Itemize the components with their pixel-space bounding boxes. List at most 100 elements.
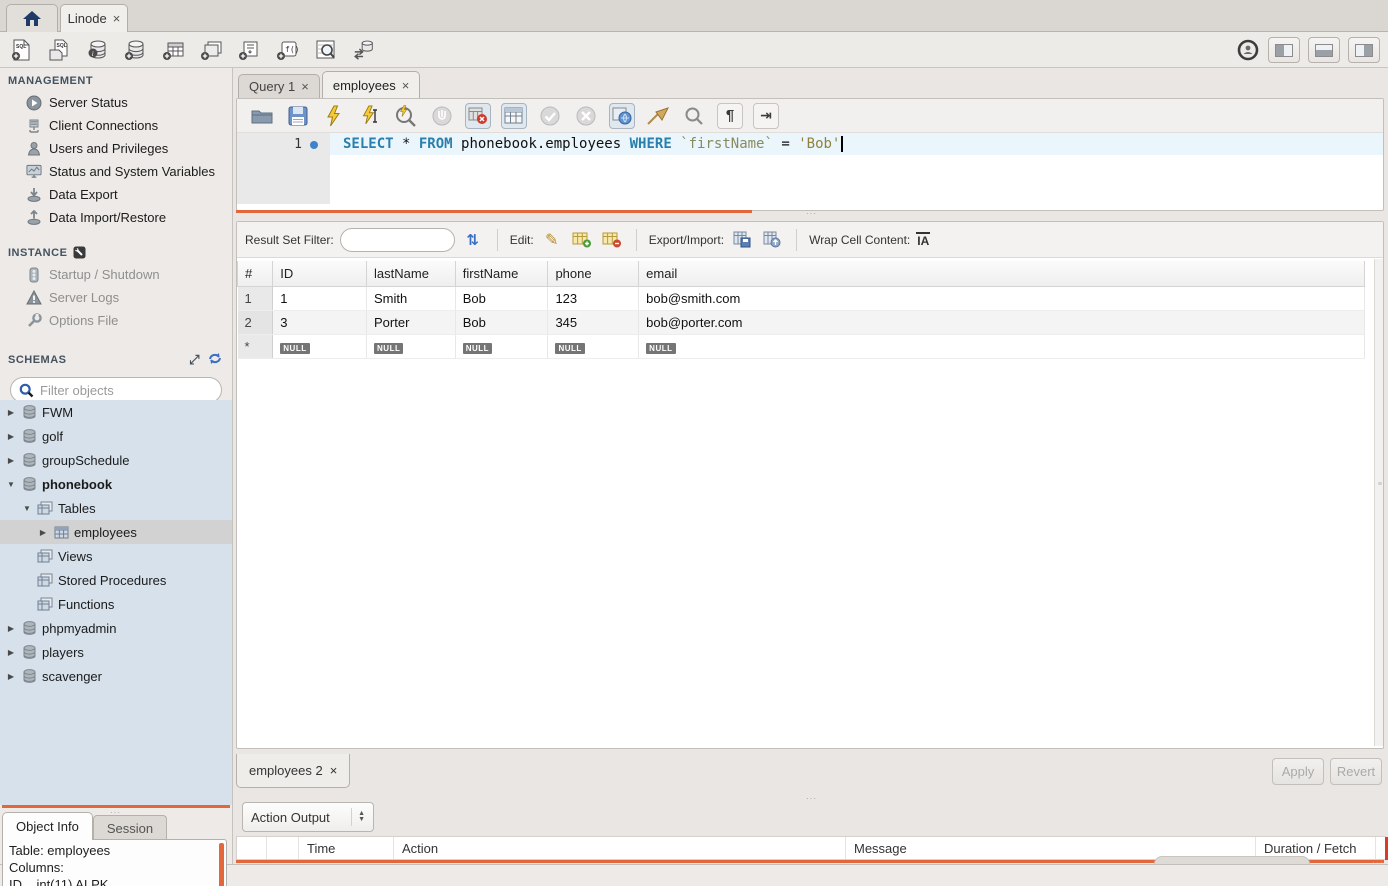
sidebar-item-data-export[interactable]: Data Export <box>0 183 232 206</box>
close-icon[interactable]: × <box>113 11 121 26</box>
output-column-blank-1[interactable] <box>267 837 299 859</box>
toggle-left-panel-icon[interactable] <box>1268 37 1300 63</box>
table-row[interactable]: 23PorterBob345bob@porter.com <box>238 310 1365 334</box>
sidebar-item-server-status[interactable]: Server Status <box>0 91 232 114</box>
explain-plan-icon[interactable] <box>393 103 419 129</box>
sidebar-item-status-and-system-variables[interactable]: Status and System Variables <box>0 160 232 183</box>
tree-item-phpmyadmin[interactable]: ▶ phpmyadmin <box>0 616 232 640</box>
invisible-chars-icon[interactable]: ¶ <box>717 103 743 129</box>
tab-session[interactable]: Session <box>93 815 167 840</box>
output-splitter-grip[interactable]: ··· <box>806 794 817 803</box>
tab-employees[interactable]: employees× <box>322 71 420 98</box>
column-header-ID[interactable]: ID <box>273 261 367 286</box>
db-inspector-icon[interactable]: i <box>86 38 110 62</box>
wrap-cell-content-icon[interactable]: IA <box>916 232 930 248</box>
result-filter-input[interactable] <box>340 228 455 252</box>
delete-row-icon[interactable] <box>600 228 624 252</box>
refresh-schemas-icon[interactable] <box>208 352 222 368</box>
open-script-icon[interactable] <box>249 103 275 129</box>
tree-item-groupschedule[interactable]: ▶ groupSchedule <box>0 448 232 472</box>
schema-filter-input[interactable] <box>40 383 216 398</box>
execute-current-statement-icon[interactable] <box>357 103 383 129</box>
output-type-select[interactable]: Action Output ▲▼ <box>242 802 374 832</box>
tree-down-arrow-icon[interactable]: ▼ <box>22 504 32 513</box>
home-tab[interactable] <box>6 4 58 32</box>
tree-right-arrow-icon[interactable]: ▶ <box>6 408 16 417</box>
close-icon[interactable]: × <box>330 763 338 778</box>
new-query-tab-icon[interactable]: SQL <box>10 38 34 62</box>
tree-item-players[interactable]: ▶ players <box>0 640 232 664</box>
tree-right-arrow-icon[interactable]: ▶ <box>6 648 16 657</box>
output-column-time[interactable]: Time <box>299 837 394 859</box>
new-row-placeholder[interactable]: *NULLNULLNULLNULLNULL <box>238 334 1365 358</box>
create-view-icon[interactable] <box>200 38 224 62</box>
tab-object-info[interactable]: Object Info <box>2 812 93 840</box>
close-icon[interactable]: × <box>402 78 410 93</box>
tree-right-arrow-icon[interactable]: ▶ <box>6 624 16 633</box>
table-row[interactable]: 11SmithBob123bob@smith.com <box>238 286 1365 310</box>
tree-right-arrow-icon[interactable]: ▶ <box>6 456 16 465</box>
insert-row-icon[interactable] <box>570 228 594 252</box>
execute-statement-icon[interactable] <box>321 103 347 129</box>
connection-tab[interactable]: Linode × <box>60 4 128 32</box>
stop-query-icon[interactable] <box>429 103 455 129</box>
sidebar-item-client-connections[interactable]: Client Connections <box>0 114 232 137</box>
import-recordset-icon[interactable] <box>760 228 784 252</box>
sidebar-item-startup-shutdown[interactable]: Startup / Shutdown <box>0 263 232 286</box>
create-procedure-icon[interactable] <box>238 38 262 62</box>
tab-result-employees-2[interactable]: employees 2× <box>236 754 350 788</box>
commit-icon[interactable] <box>537 103 563 129</box>
column-header-num[interactable]: # <box>238 261 273 286</box>
tree-right-arrow-icon[interactable]: ▶ <box>6 672 16 681</box>
sidebar-item-server-logs[interactable]: Server Logs <box>0 286 232 309</box>
tree-item-phonebook[interactable]: ▼ phonebook <box>0 472 232 496</box>
tab-query-1[interactable]: Query 1× <box>238 74 320 98</box>
tree-right-arrow-icon[interactable]: ▶ <box>38 528 48 537</box>
create-schema-icon[interactable] <box>124 38 148 62</box>
editor-result-splitter-grip[interactable]: ··· <box>806 209 817 218</box>
data-transfer-icon[interactable] <box>352 38 376 62</box>
tree-item-views[interactable]: Views <box>0 544 232 568</box>
create-table-icon[interactable] <box>162 38 186 62</box>
tree-item-stored-procedures[interactable]: Stored Procedures <box>0 568 232 592</box>
close-icon[interactable]: × <box>301 79 309 94</box>
user-connection-icon[interactable] <box>1236 38 1260 62</box>
beautify-script-icon[interactable] <box>645 103 671 129</box>
tree-item-scavenger[interactable]: ▶ scavenger <box>0 664 232 688</box>
tree-item-fwm[interactable]: ▶ FWM <box>0 400 232 424</box>
search-table-data-icon[interactable] <box>314 38 338 62</box>
tree-right-arrow-icon[interactable]: ▶ <box>6 432 16 441</box>
open-sql-script-icon[interactable]: SQL <box>48 38 72 62</box>
toggle-bottom-panel-icon[interactable] <box>1308 37 1340 63</box>
create-function-icon[interactable]: f() <box>276 38 300 62</box>
apply-button[interactable]: Apply <box>1272 758 1324 785</box>
column-header-email[interactable]: email <box>639 261 1365 286</box>
sidebar-item-data-import-restore[interactable]: Data Import/Restore <box>0 206 232 229</box>
sql-statement-line[interactable]: SELECT * FROM phonebook.employees WHERE … <box>330 133 1383 155</box>
toggle-right-panel-icon[interactable] <box>1348 37 1380 63</box>
column-header-firstName[interactable]: firstName <box>455 261 548 286</box>
tree-down-arrow-icon[interactable]: ▼ <box>6 480 16 489</box>
refresh-results-icon[interactable]: ⇅ <box>461 228 485 252</box>
column-header-lastName[interactable]: lastName <box>367 261 456 286</box>
toggle-autocommit-icon[interactable] <box>609 103 635 129</box>
revert-button[interactable]: Revert <box>1330 758 1382 785</box>
output-column-blank-0[interactable] <box>237 837 267 859</box>
tree-item-functions[interactable]: Functions <box>0 592 232 616</box>
toggle-limit-rows-icon[interactable] <box>501 103 527 129</box>
find-icon[interactable] <box>681 103 707 129</box>
expand-schemas-icon[interactable]: ⤢ <box>189 352 200 368</box>
output-column-action[interactable]: Action <box>394 837 846 859</box>
sidebar-item-users-and-privileges[interactable]: Users and Privileges <box>0 137 232 160</box>
sql-editor[interactable]: 1 SELECT * FROM phonebook.employees WHER… <box>237 133 1383 211</box>
save-script-icon[interactable] <box>285 103 311 129</box>
object-info-scrollbar[interactable] <box>219 843 224 886</box>
tree-item-employees[interactable]: ▶ employees <box>0 520 232 544</box>
sidebar-item-options-file[interactable]: Options File <box>0 309 232 332</box>
column-header-phone[interactable]: phone <box>548 261 639 286</box>
tree-item-tables[interactable]: ▼ Tables <box>0 496 232 520</box>
result-grid-vscrollbar[interactable]: ≡ <box>1374 259 1383 746</box>
toggle-stop-on-error-icon[interactable] <box>465 103 491 129</box>
wrap-text-icon[interactable]: ⇥ <box>753 103 779 129</box>
edit-record-icon[interactable]: ✎ <box>540 228 564 252</box>
